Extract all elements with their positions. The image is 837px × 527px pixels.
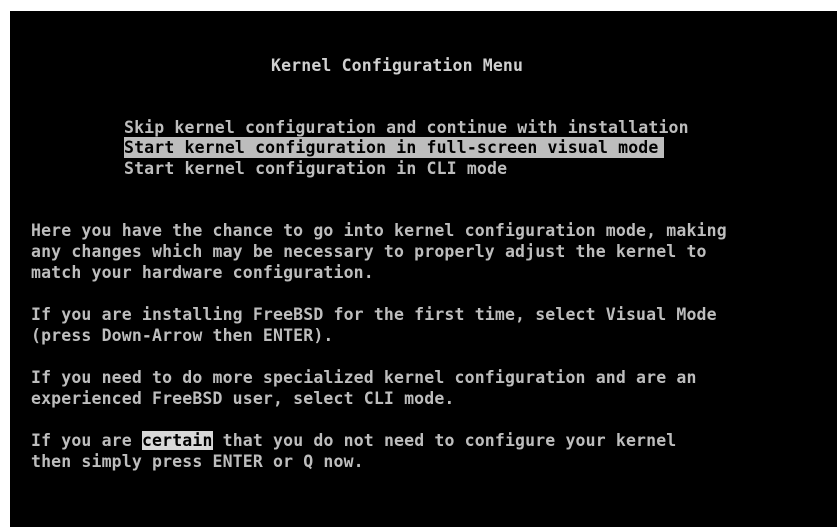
menu-title: Kernel Configuration Menu (271, 56, 524, 75)
menu-item-visual-mode[interactable]: Start kernel configuration in full-scree… (124, 137, 665, 158)
menu-item-skip-kernel-config[interactable]: Skip kernel configuration and continue w… (124, 117, 689, 138)
specialized-line-1: If you need to do more specialized kerne… (31, 368, 697, 387)
certain-prefix: If you are (31, 431, 142, 450)
menu-item-cli-mode[interactable]: Start kernel configuration in CLI mode (124, 158, 507, 179)
intro-line-3: match your hardware configuration. (31, 263, 374, 282)
specialized-line-2: experienced FreeBSD user, select CLI mod… (31, 389, 455, 408)
intro-line-1: Here you have the chance to go into kern… (31, 221, 727, 240)
certain-line-1: If you are certain that you do not need … (31, 430, 676, 451)
first-time-line-1: If you are installing FreeBSD for the fi… (31, 305, 717, 324)
certain-suffix: that you do not need to configure your k… (212, 431, 677, 450)
console-screen: Kernel Configuration Menu Skip kernel co… (10, 11, 837, 527)
first-time-line-2: (press Down-Arrow then ENTER). (31, 326, 334, 345)
certain-line-2: then simply press ENTER or Q now. (31, 452, 364, 471)
certain-highlight: certain (141, 431, 213, 450)
intro-line-2: any changes which may be necessary to pr… (31, 242, 707, 261)
